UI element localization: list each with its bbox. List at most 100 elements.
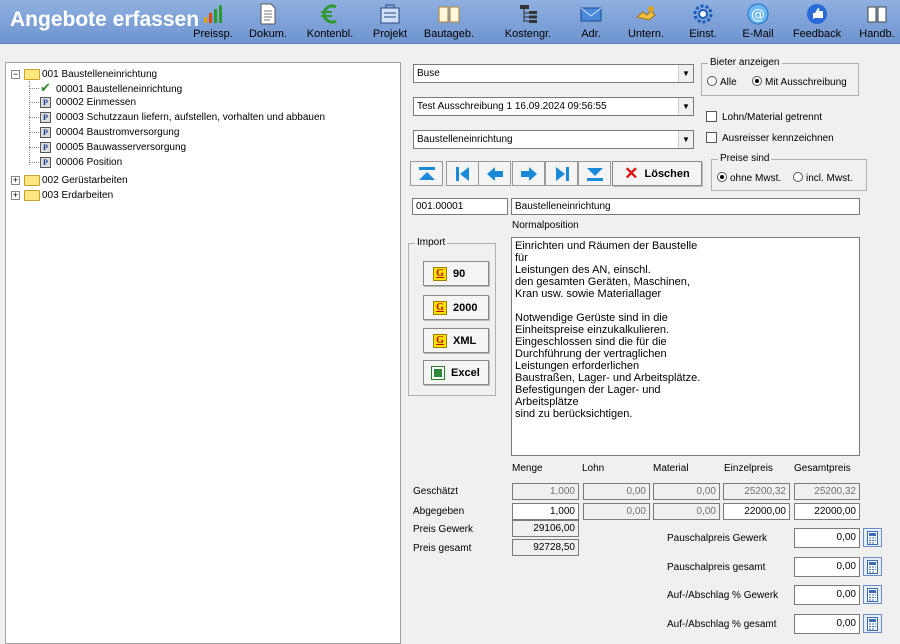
header-gesamtpreis: Gesamtpreis [794, 463, 851, 474]
tender-select[interactable]: Test Ausschreibung 1 16.09.2024 09:56:55… [413, 97, 694, 116]
import-gaeb2000-button[interactable]: G 2000 [423, 295, 489, 320]
toolbar-label: Feedback [792, 28, 842, 40]
position-icon: P [40, 127, 51, 138]
aufabschlag-gewerk-field[interactable]: 0,00 [794, 585, 860, 605]
toolbar-kostengruppen-button[interactable]: Kostengr. [500, 3, 556, 43]
calculator-button[interactable] [863, 614, 882, 633]
previous-button[interactable] [478, 161, 511, 186]
aufabschlag-gewerk-label: Auf-/Abschlag % Gewerk [667, 590, 779, 601]
previous-block-button[interactable] [446, 161, 479, 186]
radio-incl-label: incl. Mwst. [806, 173, 853, 184]
ausreisser-label: Ausreisser kennzeichnen [722, 133, 834, 144]
project-icon [380, 4, 400, 24]
lohn-material-checkbox[interactable] [706, 111, 717, 122]
toolbar-kontenblatt-button[interactable]: Kontenbl. [303, 3, 357, 43]
thumbs-up-icon [807, 4, 827, 24]
delete-label: Löschen [644, 167, 690, 180]
tree-guide-line [29, 162, 39, 163]
geschaetzt-menge: 1,000 [512, 483, 579, 500]
checkmark-icon: ✔ [40, 80, 51, 95]
last-position-button[interactable] [578, 161, 611, 186]
import-gaeb90-button[interactable]: G 90 [423, 261, 489, 286]
toolbar-adressen-button[interactable]: Adr. [574, 3, 608, 43]
tree-node-001[interactable]: 001 Baustelleneinrichtung [42, 68, 157, 81]
collapse-icon[interactable]: − [11, 70, 20, 79]
radio-alle[interactable]: Alle [707, 76, 737, 88]
toolbar-handbuch-button[interactable]: Handb. [856, 3, 898, 43]
bidder-select[interactable]: Buse ▼ [413, 64, 694, 83]
header-material: Material [653, 463, 689, 474]
tree-node-00004[interactable]: 00004 Baustromversorgung [56, 126, 179, 139]
bar-chart-icon [204, 5, 222, 23]
calculator-button[interactable] [863, 585, 882, 604]
calculator-button[interactable] [863, 528, 882, 547]
tree-node-003[interactable]: 003 Erdarbeiten [42, 189, 113, 202]
delete-button[interactable]: ✕ Löschen [612, 161, 702, 186]
hierarchy-icon [520, 5, 537, 23]
expand-icon[interactable]: + [11, 191, 20, 200]
toolbar-email-button[interactable]: @ E-Mail [738, 3, 778, 43]
tree-node-00005[interactable]: 00005 Bauwasserversorgung [56, 141, 186, 154]
abgegeben-einzelpreis[interactable]: 22000,00 [723, 503, 790, 520]
toolbar-label: Preissp. [193, 28, 233, 40]
gaeb-icon: G [433, 266, 447, 281]
toolbar-projekt-button[interactable]: Projekt [367, 3, 413, 43]
pauschal-gesamt-label: Pauschalpreis gesamt [667, 562, 766, 573]
toolbar-label: Projekt [372, 28, 408, 40]
tree-node-00001[interactable]: 00001 Baustelleneinrichtung [56, 83, 182, 96]
toolbar-dokumente-button[interactable]: Dokum. [243, 3, 293, 43]
radio-incl-mwst[interactable]: incl. Mwst. [793, 172, 853, 184]
geschaetzt-material: 0,00 [653, 483, 720, 500]
position-tree[interactable]: − 001 Baustelleneinrichtung ✔ 00001 Baus… [5, 62, 401, 644]
expand-icon[interactable]: + [11, 176, 20, 185]
gear-icon [693, 4, 713, 24]
folder-icon [24, 190, 40, 201]
position-icon: P [40, 157, 51, 168]
first-position-button[interactable] [410, 161, 443, 186]
radio-alle-label: Alle [720, 77, 737, 88]
toolbar-unternehmen-button[interactable]: Untern. [622, 3, 670, 43]
ausreisser-checkbox[interactable] [706, 132, 717, 143]
first-icon [418, 166, 435, 180]
geschaetzt-label: Geschätzt [413, 486, 459, 497]
import-title: Import [415, 237, 448, 248]
toolbar-bautagebuch-button[interactable]: Bautageb. [421, 3, 477, 43]
pauschal-gewerk-field[interactable]: 0,00 [794, 528, 860, 548]
gaeb-icon: G [433, 333, 447, 348]
at-sign-icon: @ [747, 3, 769, 25]
app-header: Angebote erfassen Preissp. Dokum. Konten… [0, 0, 900, 44]
radio-ohne-label: ohne Mwst. [730, 173, 782, 184]
import-excel-button[interactable]: Excel [423, 360, 489, 385]
position-description[interactable]: Einrichten und Räumen der Baustelle für … [511, 237, 860, 456]
tree-node-002[interactable]: 002 Gerüstarbeiten [42, 174, 128, 187]
tree-node-00002[interactable]: 00002 Einmessen [56, 96, 136, 109]
preis-gewerk-label: Preis Gewerk [413, 524, 474, 535]
abgegeben-material: 0,00 [653, 503, 720, 520]
toolbar-feedback-button[interactable]: Feedback [790, 3, 844, 43]
tender-select-value: Test Ausschreibung 1 16.09.2024 09:56:55 [417, 101, 607, 112]
pauschal-gesamt-field[interactable]: 0,00 [794, 557, 860, 577]
calculator-button[interactable] [863, 557, 882, 576]
aufabschlag-gesamt-field[interactable]: 0,00 [794, 614, 860, 634]
next-button[interactable] [512, 161, 545, 186]
abgegeben-menge[interactable]: 1,000 [512, 503, 579, 520]
position-icon: P [40, 142, 51, 153]
tree-node-00003[interactable]: 00003 Schutzzaun liefern, aufstellen, vo… [56, 111, 325, 124]
next-block-button[interactable] [545, 161, 578, 186]
toolbar-preisspiegel-button[interactable]: Preissp. [190, 3, 236, 43]
abgegeben-gesamtpreis[interactable]: 22000,00 [794, 503, 860, 520]
radio-mit-ausschreibung[interactable]: Mit Ausschreibung [752, 76, 847, 88]
position-number-field[interactable]: 001.00001 [412, 198, 508, 215]
section-select[interactable]: Baustelleneinrichtung ▼ [413, 130, 694, 149]
radio-ohne-mwst[interactable]: ohne Mwst. [717, 172, 781, 184]
tree-node-00006[interactable]: 00006 Position [56, 156, 122, 169]
pauschal-gewerk-label: Pauschalpreis Gewerk [667, 533, 768, 544]
radio-button-icon [717, 172, 727, 182]
position-name-field[interactable]: Baustelleneinrichtung [511, 198, 860, 215]
import-gaeb90-label: 90 [453, 267, 466, 280]
geschaetzt-einzelpreis: 25200,32 [723, 483, 790, 500]
import-gaeb2000-label: 2000 [453, 301, 478, 314]
import-xml-button[interactable]: G XML [423, 328, 489, 353]
envelope-icon [580, 7, 602, 22]
toolbar-einstellungen-button[interactable]: Einst. [686, 3, 720, 43]
